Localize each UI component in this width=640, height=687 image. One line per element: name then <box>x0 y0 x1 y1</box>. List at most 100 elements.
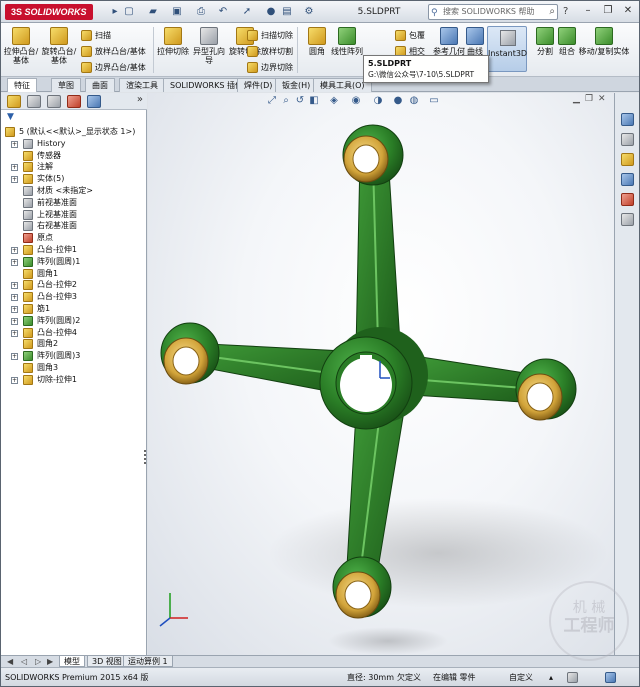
status-editing: 在编辑 零件 <box>433 673 476 682</box>
top-plane-icon <box>23 209 33 220</box>
tab-nav-prev-icon[interactable]: ◁ <box>21 656 27 667</box>
tab-nav-first-icon[interactable]: ◀ <box>7 656 13 667</box>
fillet1-icon <box>23 268 33 279</box>
wrap-icon <box>395 30 406 41</box>
tree-item-label: 切除-拉伸1 <box>37 374 77 384</box>
tree-item-label: 圆角2 <box>37 339 59 349</box>
tree-item-label: 原点 <box>37 233 53 243</box>
feature-filter[interactable]: ▼ <box>3 112 145 124</box>
sweep-button[interactable]: 扫描 <box>81 29 111 42</box>
loft-button[interactable]: 放样凸台/基体 <box>81 45 146 58</box>
expand-toggle-icon[interactable]: + <box>11 329 18 337</box>
sweep-icon <box>81 30 92 41</box>
tab-motion-study[interactable]: 运动算例 1 <box>123 656 173 667</box>
restore-button[interactable]: ❐ <box>599 4 617 18</box>
fillet3-icon <box>23 363 33 373</box>
view-palette-icon[interactable] <box>621 173 634 186</box>
file-explorer-icon[interactable] <box>621 153 634 166</box>
circular-pattern3-icon <box>23 351 33 362</box>
open-folder-icon[interactable]: ▰ <box>145 5 161 19</box>
rib1-icon <box>23 304 33 314</box>
expand-toggle-icon[interactable]: + <box>11 164 18 172</box>
rebuild-status-icon[interactable] <box>567 672 578 683</box>
expand-toggle-icon[interactable]: + <box>11 353 18 361</box>
move-copy-button[interactable]: 移动/复制实体 <box>573 25 635 73</box>
expand-toggle-icon[interactable]: + <box>11 282 18 290</box>
close-button[interactable]: ✕ <box>619 4 637 18</box>
help-status-icon[interactable] <box>605 672 616 683</box>
save-icon[interactable]: ▣ <box>169 5 185 19</box>
property-manager-tab-icon[interactable] <box>27 95 41 108</box>
linear-pattern-button[interactable]: 线性阵列 <box>329 25 365 73</box>
search-go-icon[interactable]: ⌕ <box>549 5 555 19</box>
boundary-cut-button[interactable]: 边界切除 <box>247 61 293 74</box>
part-model[interactable] <box>148 93 614 655</box>
expand-toggle-icon[interactable]: + <box>11 247 18 254</box>
tab-sketch[interactable]: 草图 <box>51 78 81 92</box>
new-document-icon[interactable]: ▢ <box>121 5 137 19</box>
rebuild-icon[interactable]: ● <box>263 5 279 19</box>
lofted-cut-button[interactable]: 放样切割 <box>247 45 293 58</box>
graphics-viewport[interactable]: ⤢ ⌕ ↺ ◧ ◈ ◉ ◑ ● ◍ ▭ ▁ ❐ ✕ <box>148 93 614 655</box>
minimize-button[interactable]: – <box>579 4 597 18</box>
expand-toggle-icon[interactable]: + <box>11 317 18 325</box>
solidworks-logo[interactable]: 3S SOLIDWORKS <box>5 4 93 20</box>
custom-properties-icon[interactable] <box>621 213 634 226</box>
expand-toggle-icon[interactable]: + <box>11 294 18 302</box>
expand-toggle-icon[interactable]: + <box>11 376 18 384</box>
display-manager-tab-icon[interactable] <box>87 95 101 108</box>
feature-tree-tab-icon[interactable] <box>7 95 21 108</box>
tab-features[interactable]: 特征 <box>7 78 37 92</box>
swept-cut-button[interactable]: 扫描切除 <box>247 29 293 42</box>
extrude-cut-button[interactable]: 拉伸切除 <box>155 25 191 73</box>
part-icon <box>5 127 15 137</box>
tab-sheet-metal[interactable]: 钣金(H) <box>275 78 318 92</box>
undo-icon[interactable]: ↶ <box>215 5 231 19</box>
help-search-input[interactable]: ⚲ 搜索 SOLIDWORKS 帮助 ⌕ <box>428 4 558 20</box>
panel-splitter-handle[interactable] <box>143 448 147 470</box>
revolve-boss-button[interactable]: 旋转凸台/基体 <box>41 25 77 73</box>
expand-toggle-icon[interactable]: + <box>11 306 18 313</box>
print-icon[interactable]: ⎙ <box>193 5 209 19</box>
tree-item-label: 筋1 <box>37 304 51 313</box>
select-arrow-icon[interactable]: ➚ <box>239 5 255 19</box>
status-units-custom[interactable]: 自定义 <box>509 671 533 684</box>
file-properties-icon[interactable]: ▤ <box>279 5 295 19</box>
view-triad-icon[interactable] <box>159 593 188 627</box>
tab-model[interactable]: 模型 <box>59 656 85 667</box>
instant3d-button[interactable]: Instant3D <box>487 26 527 72</box>
instant3d-icon <box>500 30 516 46</box>
tab-nav-next-icon[interactable]: ▷ <box>35 656 41 667</box>
solidworks-window: 3S SOLIDWORKS ▸ ▢ ▰ ▣ ⎙ ↶ ➚ ● ▤ ⚙ 5.SLDP… <box>0 0 640 687</box>
search-icon: ⚲ <box>431 8 438 18</box>
tab-nav-last-icon[interactable]: ▶ <box>47 656 53 667</box>
hole-wizard-button[interactable]: 异型孔向导 <box>191 25 227 73</box>
expand-toggle-icon[interactable]: + <box>11 258 18 266</box>
boundary-boss-button[interactable]: 边界凸台/基体 <box>81 61 146 74</box>
model-tabs-bar: ◀ ◁ ▷ ▶ 模型 3D 视图 运动算例 1 <box>1 655 639 667</box>
solidworks-resources-icon[interactable] <box>621 113 634 126</box>
help-question-icon[interactable]: ? <box>563 5 568 19</box>
expand-toggle-icon[interactable]: + <box>11 176 18 184</box>
options-gear-icon[interactable]: ⚙ <box>301 5 317 19</box>
loft-icon <box>81 46 92 57</box>
tree-item-label: 圆角1 <box>37 268 59 278</box>
units-dropdown-icon[interactable]: ▴ <box>549 671 553 684</box>
boss-extrude4-icon <box>23 327 33 338</box>
tree-item-label: 凸台-拉伸2 <box>37 280 77 290</box>
appearances-icon[interactable] <box>621 193 634 206</box>
configuration-manager-tab-icon[interactable] <box>47 95 61 108</box>
tab-surfaces[interactable]: 曲面 <box>85 78 115 92</box>
panel-expand-chevron-icon[interactable]: » <box>137 94 143 105</box>
tree-item-label: 阵列(圆周)2 <box>37 315 81 325</box>
tab-render-tools[interactable]: 渲染工具 <box>119 78 165 92</box>
tooltip-title: 5.SLDPRT <box>368 59 412 68</box>
tab-weldments[interactable]: 焊件(D) <box>237 78 280 92</box>
tab-3d-views[interactable]: 3D 视图 <box>87 656 127 667</box>
dimxpert-tab-icon[interactable] <box>67 95 81 108</box>
expand-toggle-icon[interactable]: + <box>11 140 18 148</box>
extrude-boss-button[interactable]: 拉伸凸台/基体 <box>3 25 39 73</box>
tooltip-path: G:\微信公众号\7-10\5.SLDPRT <box>368 70 475 79</box>
wrap-button[interactable]: 包覆 <box>395 29 425 42</box>
design-library-icon[interactable] <box>621 133 634 146</box>
